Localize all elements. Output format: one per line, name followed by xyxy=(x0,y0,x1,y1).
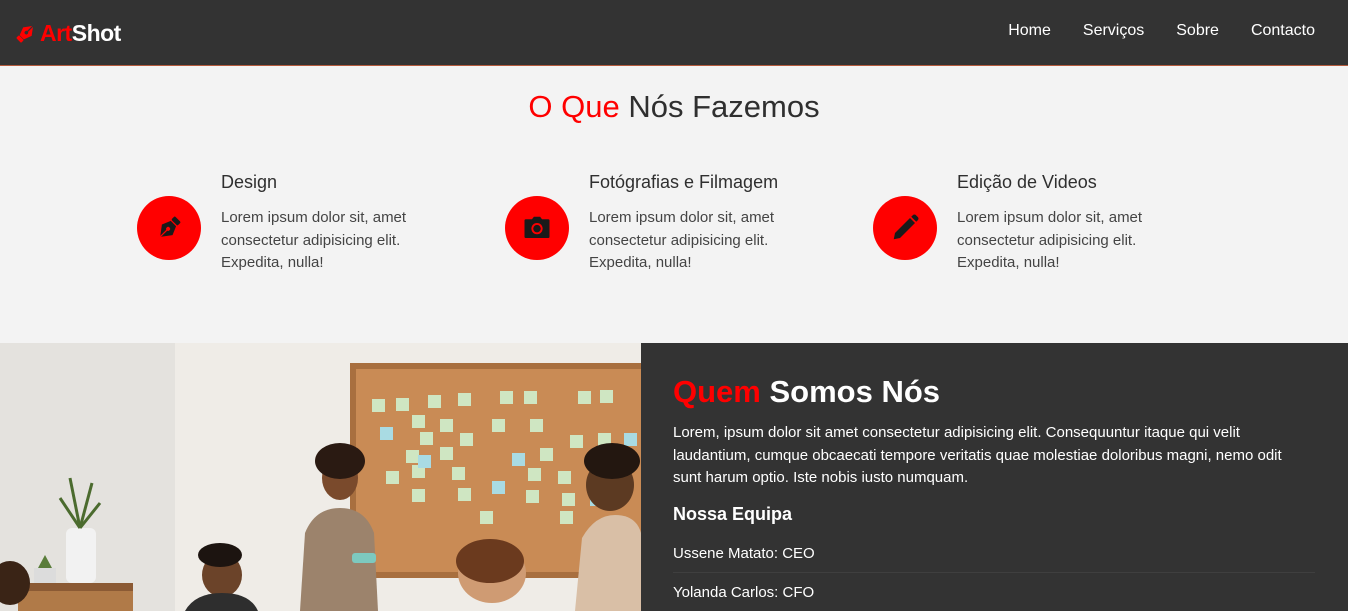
brand-name-part2: Shot xyxy=(71,19,122,46)
nav-home-link[interactable]: Home xyxy=(1008,22,1051,40)
pen-nib-icon xyxy=(16,25,34,43)
nav-about-link[interactable]: Sobre xyxy=(1176,22,1219,40)
nav-contact-link[interactable]: Contacto xyxy=(1251,22,1315,40)
service-design: Design Lorem ipsum dolor sit, amet conse… xyxy=(137,172,457,282)
services-title: O Que Nós Fazemos xyxy=(0,89,1348,125)
brand-name-part1: Art xyxy=(40,19,72,46)
brand-logo[interactable]: Art Shot xyxy=(14,19,121,47)
services-title-accent: O Que xyxy=(528,89,620,124)
nav-menu: Home Serviços Sobre Contacto xyxy=(1008,22,1315,40)
about-title: Quem Somos Nós xyxy=(673,374,940,410)
navbar: Art Shot Home Serviços Sobre Contacto xyxy=(0,0,1348,66)
nav-services-link[interactable]: Serviços xyxy=(1083,22,1144,40)
service-title: Edição de Videos xyxy=(957,172,1097,192)
pencil-icon xyxy=(873,196,937,260)
service-title: Design xyxy=(221,172,278,192)
about-panel: Quem Somos Nós Lorem, ipsum dolor sit am… xyxy=(641,343,1348,611)
service-photography: Fotógrafias e Filmagem Lorem ipsum dolor… xyxy=(505,172,825,282)
service-description: Lorem ipsum dolor sit, amet consectetur … xyxy=(957,209,1143,271)
team-title: Nossa Equipa xyxy=(673,504,793,524)
services-section: O Que Nós Fazemos Design Lorem ipsum dol… xyxy=(0,67,1348,343)
camera-icon xyxy=(505,196,569,260)
about-title-rest: Somos Nós xyxy=(769,374,941,409)
team-member-label: Ussene Matato: CEO xyxy=(673,545,815,562)
services-title-rest: Nós Fazemos xyxy=(628,89,820,124)
about-title-accent: Quem xyxy=(673,374,761,409)
service-description: Lorem ipsum dolor sit, amet consectetur … xyxy=(221,209,407,271)
service-description: Lorem ipsum dolor sit, amet consectetur … xyxy=(589,209,775,271)
service-title: Fotógrafias e Filmagem xyxy=(589,172,779,192)
team-member: Yolanda Carlos: CFO xyxy=(673,574,1315,611)
about-description: Lorem, ipsum dolor sit amet consectetur … xyxy=(673,424,1282,486)
pen-nib-icon xyxy=(137,196,201,260)
team-member: Ussene Matato: CEO xyxy=(673,535,1315,573)
service-video-editing: Edição de Videos Lorem ipsum dolor sit, … xyxy=(873,172,1193,282)
team-member-label: Yolanda Carlos: CFO xyxy=(673,584,815,601)
about-section: Quem Somos Nós Lorem, ipsum dolor sit am… xyxy=(0,343,1348,611)
team-meeting-photo xyxy=(0,343,641,611)
